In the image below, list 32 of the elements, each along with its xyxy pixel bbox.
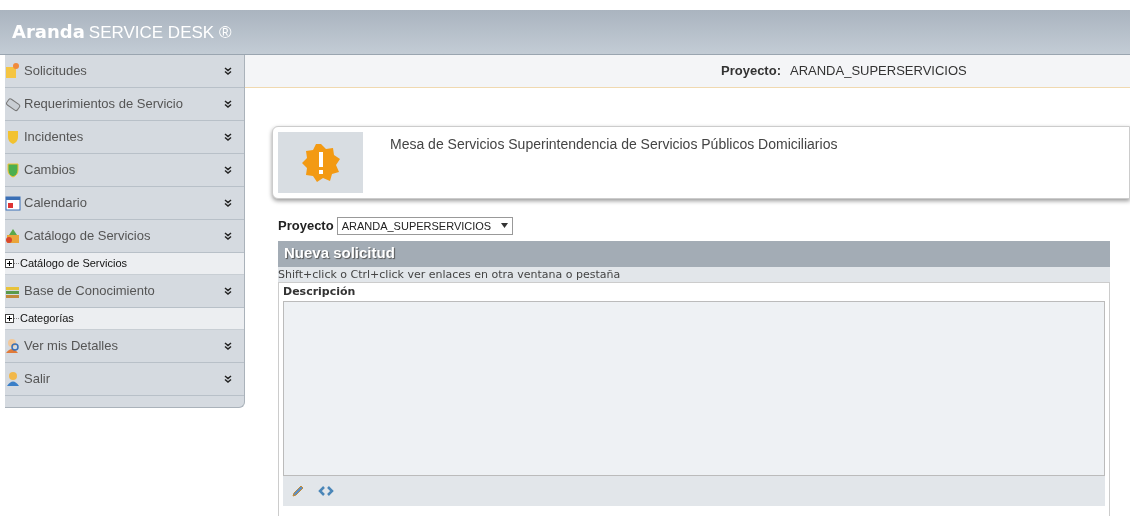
- user-search-icon: [5, 338, 21, 354]
- double-chevron-icon[interactable]: [224, 166, 232, 174]
- double-chevron-icon[interactable]: [224, 67, 232, 75]
- double-chevron-icon[interactable]: [224, 100, 232, 108]
- double-chevron-icon[interactable]: [224, 287, 232, 295]
- hint-text: Shift+click o Ctrl+click ver enlaces en otra ventana o pestaña: [278, 267, 621, 281]
- project-value[interactable]: ARANDA_SUPERSERVICIOS: [789, 61, 967, 81]
- double-chevron-icon[interactable]: [224, 375, 232, 383]
- expand-plus-icon[interactable]: [5, 314, 19, 323]
- shield-icon: [5, 129, 21, 145]
- tree-item[interactable]: Catálogo de Servicios: [5, 253, 244, 275]
- app-logo: Aranda SERVICE DESK ®: [12, 20, 232, 45]
- project-label: Proyecto: [278, 217, 334, 235]
- pencil-icon[interactable]: [291, 483, 305, 498]
- double-chevron-icon[interactable]: [224, 342, 232, 350]
- project-select[interactable]: ARANDA_SUPERSERVICIOS: [336, 216, 514, 235]
- double-chevron-icon[interactable]: [224, 133, 232, 141]
- user-icon: [5, 371, 21, 387]
- double-chevron-icon[interactable]: [224, 199, 232, 207]
- double-chevron-icon[interactable]: [224, 232, 232, 240]
- code-icon[interactable]: [317, 484, 335, 497]
- notice-message: Mesa de Servicios Superintendencia de Servicios Públicos Domiciliarios: [390, 135, 838, 154]
- calendar-icon: [5, 195, 21, 211]
- dropdown-arrow-icon: [501, 223, 509, 229]
- warning-icon: [300, 142, 341, 183]
- shield-check-icon: [5, 162, 21, 178]
- project-label: Proyecto:: [721, 62, 781, 81]
- expand-plus-icon[interactable]: [5, 259, 19, 268]
- panel-title: Nueva solicitud: [284, 243, 395, 264]
- note-icon: [5, 63, 21, 79]
- description-label: Descripción: [283, 283, 356, 300]
- tree-item[interactable]: Categorías: [5, 308, 244, 330]
